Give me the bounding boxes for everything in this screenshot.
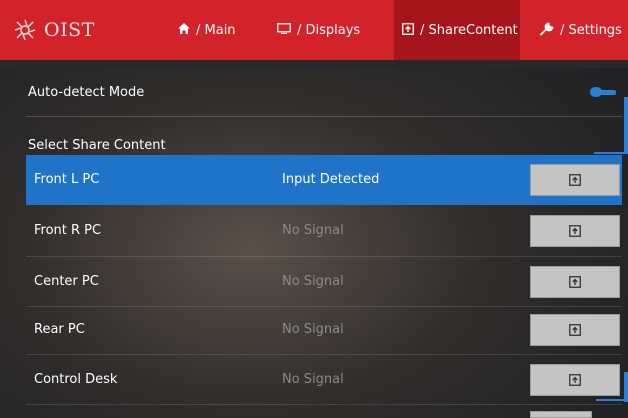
auto-detect-label: Auto-detect Mode — [28, 85, 145, 100]
share-button[interactable] — [530, 266, 620, 298]
logo-text: OIST — [44, 19, 95, 41]
source-status: No Signal — [282, 372, 344, 387]
top-nav-bar: OIST / Main / Displays / ShareContent / … — [0, 0, 628, 60]
share-button-partial[interactable] — [530, 411, 592, 418]
toggle-track — [598, 90, 616, 95]
share-button[interactable] — [530, 164, 620, 196]
share-content-icon — [569, 374, 581, 386]
nav-tab-main[interactable]: / Main — [178, 0, 244, 60]
scrollbar-marker — [596, 399, 628, 401]
source-row-front-r-pc[interactable]: Front R PC No Signal — [26, 206, 622, 256]
oist-emblem-icon — [14, 19, 36, 41]
share-content-icon — [402, 22, 414, 38]
panel-top-strip — [0, 60, 628, 68]
nav-tab-settings[interactable]: / Settings — [540, 0, 628, 60]
share-button[interactable] — [530, 215, 620, 247]
share-section-label: Select Share Content — [28, 138, 166, 153]
share-content-icon — [569, 276, 581, 288]
source-name: Rear PC — [34, 322, 85, 337]
scrollbar-thumb[interactable] — [624, 372, 628, 402]
share-button[interactable] — [530, 314, 620, 346]
row-divider — [26, 404, 622, 405]
nav-tab-sharecontent[interactable]: / ShareContent — [394, 0, 520, 60]
wrench-icon — [540, 21, 554, 39]
source-status: No Signal — [282, 274, 344, 289]
scrollbar-marker — [594, 152, 628, 154]
nav-tab-main-label: / Main — [196, 22, 236, 38]
share-content-icon — [569, 225, 581, 237]
oist-logo: OIST — [12, 16, 95, 44]
share-button[interactable] — [530, 364, 620, 396]
nav-tab-displays-label: / Displays — [297, 22, 361, 38]
source-row-front-l-pc[interactable]: Front L PC Input Detected — [26, 155, 622, 205]
source-status: No Signal — [282, 223, 344, 238]
source-name: Center PC — [34, 274, 99, 289]
nav-tab-sharecontent-label: / ShareContent — [420, 22, 518, 38]
source-row-center-pc[interactable]: Center PC No Signal — [26, 257, 622, 307]
display-icon — [277, 23, 291, 37]
nav-tab-displays[interactable]: / Displays — [277, 0, 377, 60]
nav-tab-settings-label: / Settings — [560, 22, 622, 38]
share-content-icon — [569, 174, 581, 186]
source-row-control-desk[interactable]: Control Desk No Signal — [26, 355, 622, 405]
divider — [26, 116, 622, 117]
source-row-rear-pc[interactable]: Rear PC No Signal — [26, 305, 622, 355]
auto-detect-toggle[interactable] — [590, 87, 616, 97]
source-name: Front L PC — [34, 172, 100, 187]
scrollbar-track[interactable] — [624, 97, 628, 153]
source-name: Front R PC — [34, 223, 102, 238]
source-status: Input Detected — [282, 172, 380, 187]
source-status: No Signal — [282, 322, 344, 337]
home-icon — [178, 23, 190, 37]
share-content-icon — [569, 324, 581, 336]
source-name: Control Desk — [34, 372, 118, 387]
